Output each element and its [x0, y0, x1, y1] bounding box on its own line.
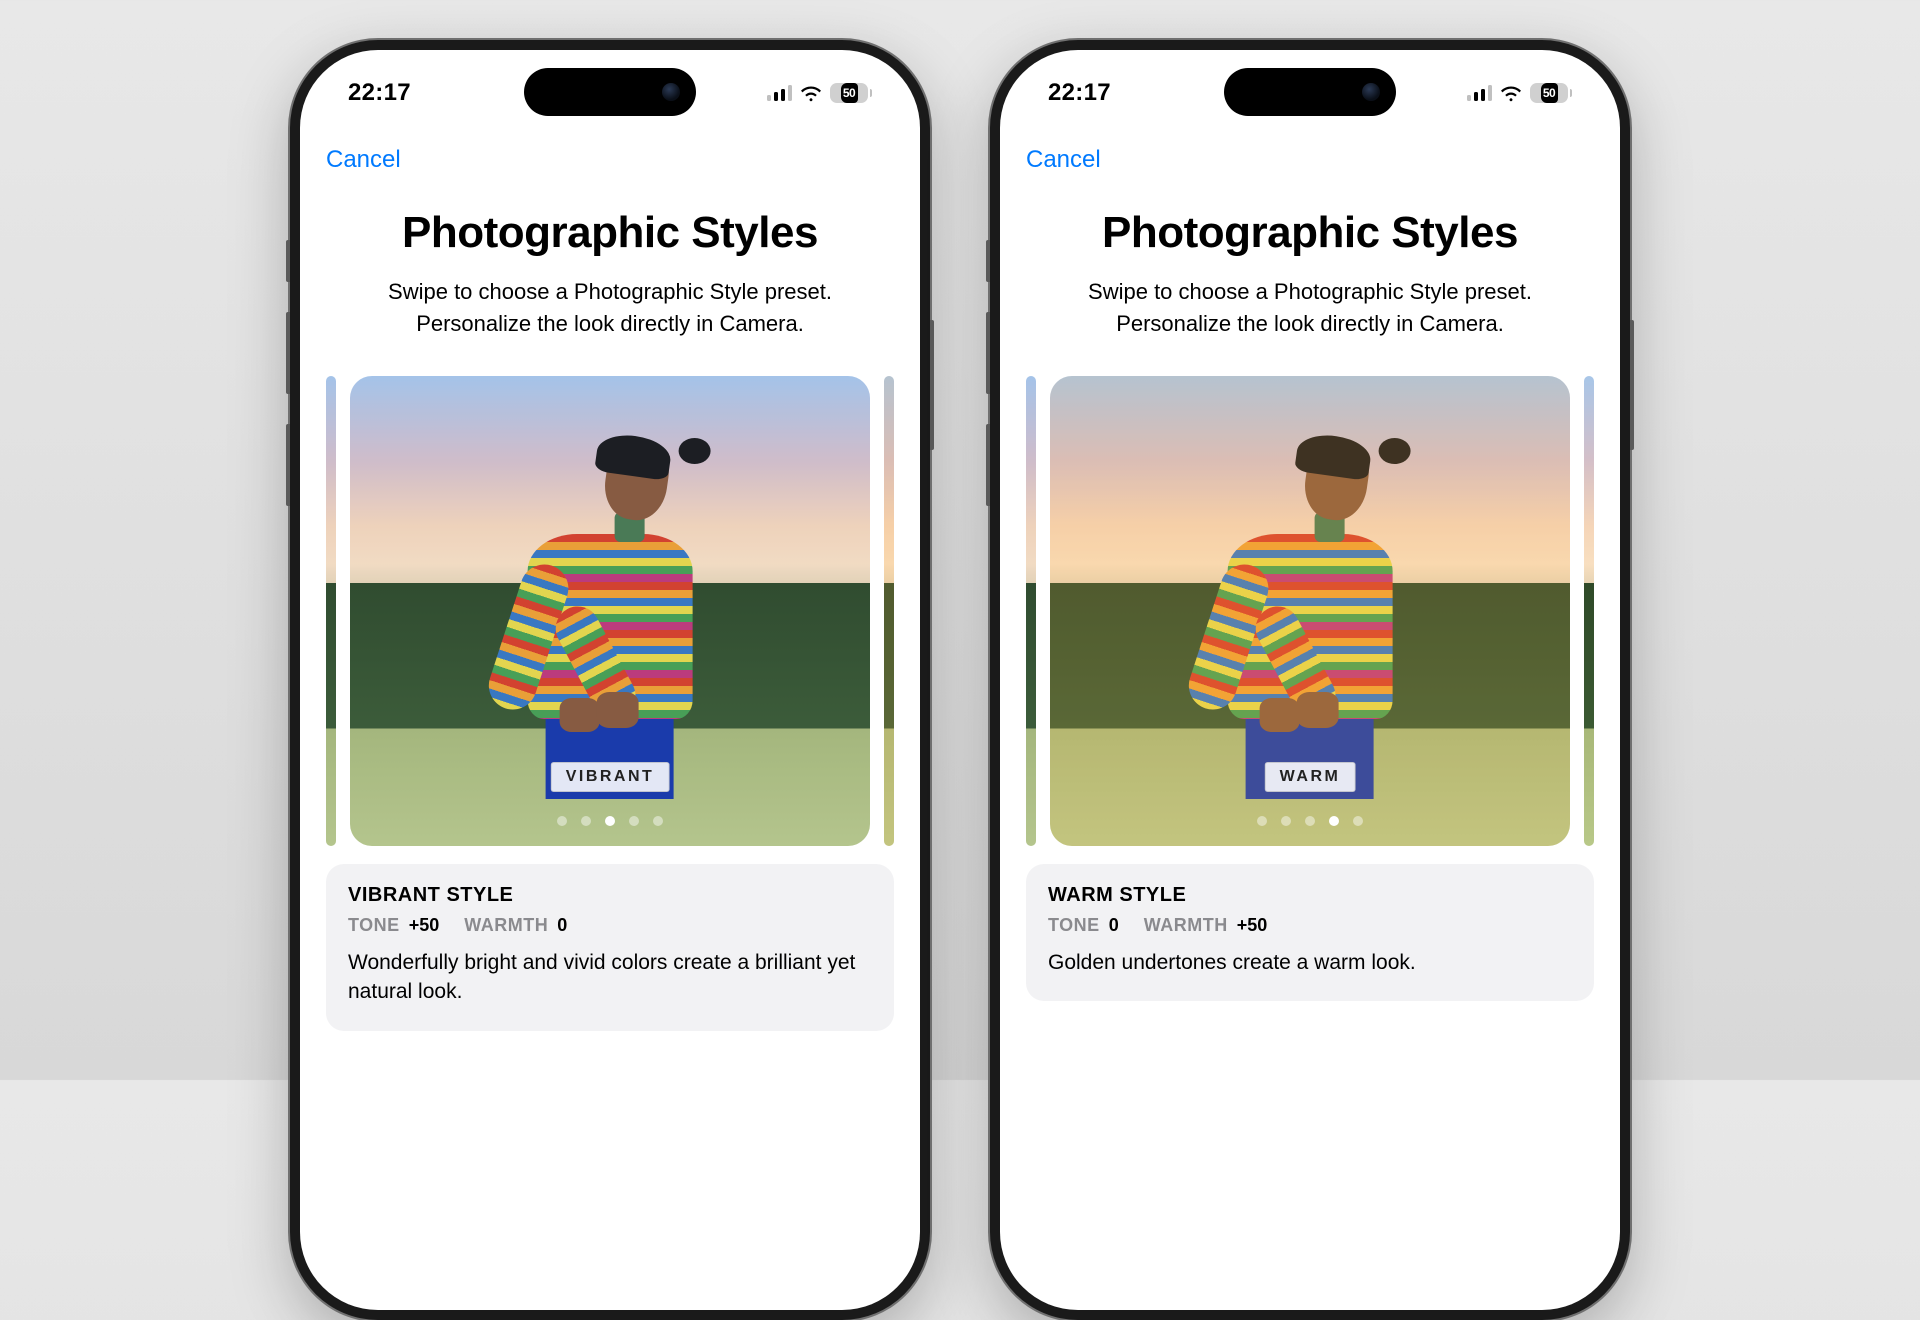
phone-mockup-right: 22:17 50 Cancel Photographic Styles: [990, 40, 1630, 1320]
page-dot[interactable]: [1305, 816, 1315, 826]
page-subtitle: Swipe to choose a Photographic Style pre…: [326, 276, 894, 340]
style-info-title: WARM STYLE: [1048, 884, 1572, 907]
battery-level: 50: [830, 86, 868, 100]
power-button: [930, 320, 934, 450]
warmth-label: WARMTH: [1144, 915, 1228, 935]
subtitle-line-2: Personalize the look directly in Camera.: [416, 311, 804, 336]
cancel-button[interactable]: Cancel: [1026, 146, 1101, 174]
tone-value: 0: [1109, 915, 1119, 935]
nav-bar: Cancel: [326, 130, 894, 190]
side-buttons-left: [986, 240, 990, 536]
dynamic-island: [1224, 68, 1396, 116]
cancel-button[interactable]: Cancel: [326, 146, 401, 174]
main-content: Cancel Photographic Styles Swipe to choo…: [300, 130, 920, 1310]
warmth-label: WARMTH: [464, 915, 548, 935]
carousel-peek-next[interactable]: [884, 376, 894, 846]
tone-label: TONE: [1048, 915, 1100, 935]
subtitle-line-1: Swipe to choose a Photographic Style pre…: [388, 279, 832, 304]
style-card[interactable]: VIBRANT: [350, 376, 870, 846]
battery-icon: 50: [830, 83, 872, 103]
page-title: Photographic Styles: [326, 208, 894, 258]
style-carousel[interactable]: WARM: [1000, 376, 1620, 846]
page-indicator[interactable]: [1257, 816, 1363, 826]
style-name-badge: WARM: [1265, 762, 1356, 792]
wifi-icon: [799, 84, 823, 102]
style-parameters: TONE +50 WARMTH 0: [348, 915, 872, 936]
page-dot[interactable]: [1353, 816, 1363, 826]
status-indicators: 50: [767, 83, 873, 103]
status-time: 22:17: [348, 79, 411, 107]
style-info-title: VIBRANT STYLE: [348, 884, 872, 907]
style-parameters: TONE 0 WARMTH +50: [1048, 915, 1572, 936]
main-content: Cancel Photographic Styles Swipe to choo…: [1000, 130, 1620, 1310]
side-buttons-left: [286, 240, 290, 536]
page-dot[interactable]: [581, 816, 591, 826]
battery-level: 50: [1530, 86, 1568, 100]
page-dot-active[interactable]: [1329, 816, 1339, 826]
status-indicators: 50: [1467, 83, 1573, 103]
cellular-signal-icon: [1467, 85, 1493, 101]
warmth-value: 0: [557, 915, 567, 935]
page-subtitle: Swipe to choose a Photographic Style pre…: [1026, 276, 1594, 340]
page-dot[interactable]: [1257, 816, 1267, 826]
dynamic-island: [524, 68, 696, 116]
style-card[interactable]: WARM: [1050, 376, 1570, 846]
style-info-panel: VIBRANT STYLE TONE +50 WARMTH 0 Wonderfu…: [326, 864, 894, 1031]
style-description: Golden undertones create a warm look.: [1048, 948, 1572, 977]
carousel-peek-next[interactable]: [1584, 376, 1594, 846]
front-camera-icon: [662, 83, 680, 101]
page-title: Photographic Styles: [1026, 208, 1594, 258]
style-name-badge: VIBRANT: [551, 762, 670, 792]
subtitle-line-1: Swipe to choose a Photographic Style pre…: [1088, 279, 1532, 304]
cellular-signal-icon: [767, 85, 793, 101]
style-info-panel: WARM STYLE TONE 0 WARMTH +50 Golden unde…: [1026, 864, 1594, 1001]
subtitle-line-2: Personalize the look directly in Camera.: [1116, 311, 1504, 336]
page-dot[interactable]: [629, 816, 639, 826]
nav-bar: Cancel: [1026, 130, 1594, 190]
page-dot-active[interactable]: [605, 816, 615, 826]
carousel-peek-prev[interactable]: [1026, 376, 1036, 846]
front-camera-icon: [1362, 83, 1380, 101]
tone-value: +50: [409, 915, 440, 935]
page-dot[interactable]: [557, 816, 567, 826]
screen: 22:17 50 Cancel Photographic Styles: [300, 50, 920, 1310]
tone-label: TONE: [348, 915, 400, 935]
power-button: [1630, 320, 1634, 450]
phone-mockup-left: 22:17 50 Cancel Photographic Styles: [290, 40, 930, 1320]
wifi-icon: [1499, 84, 1523, 102]
screen: 22:17 50 Cancel Photographic Styles: [1000, 50, 1620, 1310]
page-dot[interactable]: [653, 816, 663, 826]
style-carousel[interactable]: VIBRANT: [300, 376, 920, 846]
status-time: 22:17: [1048, 79, 1111, 107]
style-description: Wonderfully bright and vivid colors crea…: [348, 948, 872, 1007]
battery-icon: 50: [1530, 83, 1572, 103]
carousel-peek-prev[interactable]: [326, 376, 336, 846]
page-indicator[interactable]: [557, 816, 663, 826]
comparison-stage: 22:17 50 Cancel Photographic Styles: [290, 40, 1630, 1080]
page-dot[interactable]: [1281, 816, 1291, 826]
warmth-value: +50: [1237, 915, 1268, 935]
